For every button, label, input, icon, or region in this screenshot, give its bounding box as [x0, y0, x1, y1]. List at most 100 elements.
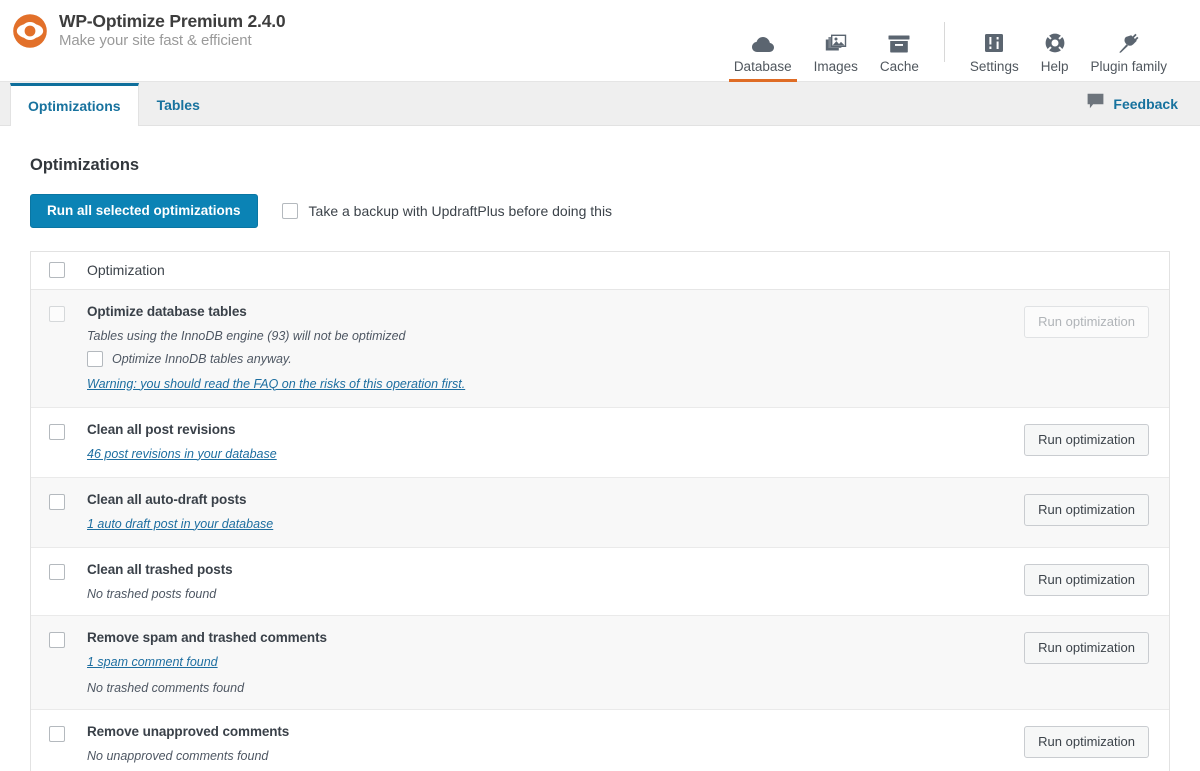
row-checkbox[interactable]: [49, 423, 65, 440]
run-all-selected-optimizations-button[interactable]: Run all selected optimizations: [30, 194, 258, 228]
row-title-label: Optimize database tables: [87, 303, 247, 319]
row-body: Clean all post revisions 46 post revision…: [65, 422, 1024, 463]
run-optimization-button[interactable]: Run optimization: [1024, 631, 1149, 664]
table-row: Clean all trashed posts No trashed posts …: [31, 548, 1169, 616]
brand-title: WP-Optimize Premium 2.4.0: [59, 11, 286, 32]
speech-bubble-icon: [1087, 93, 1104, 114]
nav-item-settings[interactable]: Settings: [959, 10, 1030, 82]
table-header-label: Optimization: [87, 262, 165, 278]
cloud-icon: [751, 29, 774, 53]
tab-optimizations-label: Optimizations: [28, 98, 121, 114]
nav-item-help[interactable]: Help: [1030, 10, 1080, 82]
row-action: Run optimization: [1024, 492, 1169, 526]
row-body: Remove spam and trashed comments 1 spam c…: [65, 630, 1024, 695]
table-row: Remove spam and trashed comments 1 spam c…: [31, 615, 1169, 710]
row-body: Clean all auto-draft posts 1 auto draft p…: [65, 492, 1024, 533]
run-optimization-button[interactable]: Run optimization: [1024, 563, 1149, 596]
table-row: Clean all post revisions 46 post revision…: [31, 408, 1169, 478]
row-warning-link[interactable]: Warning: you should read the FAQ on the …: [87, 377, 465, 391]
tab-tables[interactable]: Tables: [139, 83, 218, 126]
row-title: Clean all auto-draft posts: [87, 492, 1008, 507]
row-note: No trashed posts found: [87, 586, 217, 601]
actions-row: Run all selected optimizations Take a ba…: [30, 194, 1170, 228]
brand-tagline: Make your site fast & efficient: [59, 31, 252, 49]
table-header-row: Optimization: [31, 251, 1169, 290]
row-action: Run optimization: [1024, 304, 1169, 338]
row-sub-checkbox[interactable]: [87, 350, 103, 367]
wp-optimize-logo-icon: [10, 11, 50, 51]
row-checkbox[interactable]: [49, 493, 65, 510]
row-body: Clean all trashed posts No trashed posts …: [65, 562, 1024, 601]
row-title-label: Remove unapproved comments: [87, 723, 290, 739]
row-detail-link[interactable]: 46 post revisions in your database: [87, 447, 277, 461]
nav-item-cache[interactable]: Cache: [869, 10, 930, 82]
nav-item-images[interactable]: Images: [803, 10, 869, 82]
select-all-checkbox[interactable]: [49, 262, 65, 278]
row-title-label: Remove spam and trashed comments: [87, 629, 327, 645]
run-optimization-button[interactable]: Run optimization: [1024, 725, 1149, 758]
app-header: WP-Optimize Premium 2.4.0 Make your site…: [0, 0, 1200, 82]
nav-label-database: Database: [733, 59, 792, 74]
nav-item-database[interactable]: Database: [723, 10, 803, 82]
nav-label-plugin-family: Plugin family: [1090, 59, 1167, 74]
feedback-label: Feedback: [1113, 95, 1178, 112]
table-row: Clean all auto-draft posts 1 auto draft p…: [31, 477, 1169, 548]
row-title: Optimize database tables: [87, 304, 1008, 319]
backup-checkbox-label: Take a backup with UpdraftPlus before do…: [308, 202, 613, 219]
tab-bar: Optimizations Tables Feedback: [0, 82, 1200, 126]
row-checkbox[interactable]: [49, 563, 65, 580]
nav-item-plugin-family[interactable]: Plugin family: [1079, 10, 1178, 82]
run-optimization-button[interactable]: Run optimization: [1024, 423, 1149, 456]
row-detail-link[interactable]: 1 auto draft post in your database: [87, 517, 273, 531]
page-title: Optimizations: [30, 156, 140, 174]
archive-box-icon: [888, 29, 910, 53]
row-sub-checkbox-row[interactable]: Optimize InnoDB tables anyway.: [87, 350, 1008, 367]
row-body: Optimize database tables Tables using the…: [65, 304, 1024, 393]
row-sub-checkbox-label: Optimize InnoDB tables anyway.: [112, 351, 292, 366]
row-detail-link[interactable]: 1 spam comment found: [87, 655, 218, 669]
row-note: Tables using the InnoDB engine (93) will…: [87, 328, 406, 343]
row-checkbox[interactable]: [49, 305, 65, 322]
row-action: Run optimization: [1024, 724, 1169, 758]
nav-label-images: Images: [813, 59, 858, 74]
row-action: Run optimization: [1024, 422, 1169, 456]
nav-label-cache: Cache: [879, 59, 919, 74]
row-note: No unapproved comments found: [87, 748, 269, 763]
brand: WP-Optimize Premium 2.4.0 Make your site…: [0, 0, 286, 51]
row-title: Remove unapproved comments: [87, 724, 1008, 739]
row-action: Run optimization: [1024, 562, 1169, 596]
table-row: Remove unapproved comments No unapproved …: [31, 710, 1169, 771]
row-title: Clean all post revisions: [87, 422, 1008, 437]
row-title-label: Clean all post revisions: [87, 421, 236, 437]
row-body: Remove unapproved comments No unapproved …: [65, 724, 1024, 763]
row-checkbox[interactable]: [49, 725, 65, 742]
tab-tables-label: Tables: [156, 97, 200, 113]
row-title-label: Clean all auto-draft posts: [87, 491, 247, 507]
backup-checkbox-row[interactable]: Take a backup with UpdraftPlus before do…: [281, 202, 613, 219]
brand-text: WP-Optimize Premium 2.4.0 Make your site…: [59, 11, 286, 49]
nav-separator: [943, 22, 945, 62]
images-icon: [825, 29, 847, 53]
row-note: No trashed comments found: [87, 680, 245, 695]
nav-label-help: Help: [1040, 59, 1069, 74]
backup-checkbox[interactable]: [281, 202, 298, 219]
tab-optimizations[interactable]: Optimizations: [10, 83, 139, 126]
sliders-icon: [984, 29, 1004, 53]
life-ring-icon: [1045, 29, 1065, 53]
optimizations-table: Optimization Optimize database tables Tab…: [30, 250, 1170, 771]
row-title: Remove spam and trashed comments: [87, 630, 1008, 645]
row-title-label: Clean all trashed posts: [87, 561, 233, 577]
row-action: Run optimization: [1024, 630, 1169, 664]
nav-group-secondary: Settings Help Plugin family: [959, 10, 1178, 82]
plug-icon: [1118, 29, 1140, 53]
row-title: Clean all trashed posts: [87, 562, 1008, 577]
nav-label-settings: Settings: [969, 59, 1019, 74]
main-content: Optimizations Run all selected optimizat…: [0, 126, 1200, 771]
table-row: Optimize database tables Tables using the…: [31, 289, 1169, 408]
run-optimization-button: Run optimization: [1024, 305, 1149, 338]
feedback-link[interactable]: Feedback: [1087, 82, 1200, 125]
row-checkbox[interactable]: [49, 631, 65, 648]
top-navigation: Database Images Cache Settings Help Plug…: [723, 0, 1200, 82]
table-rows: Optimize database tables Tables using the…: [31, 289, 1169, 771]
run-optimization-button[interactable]: Run optimization: [1024, 493, 1149, 526]
